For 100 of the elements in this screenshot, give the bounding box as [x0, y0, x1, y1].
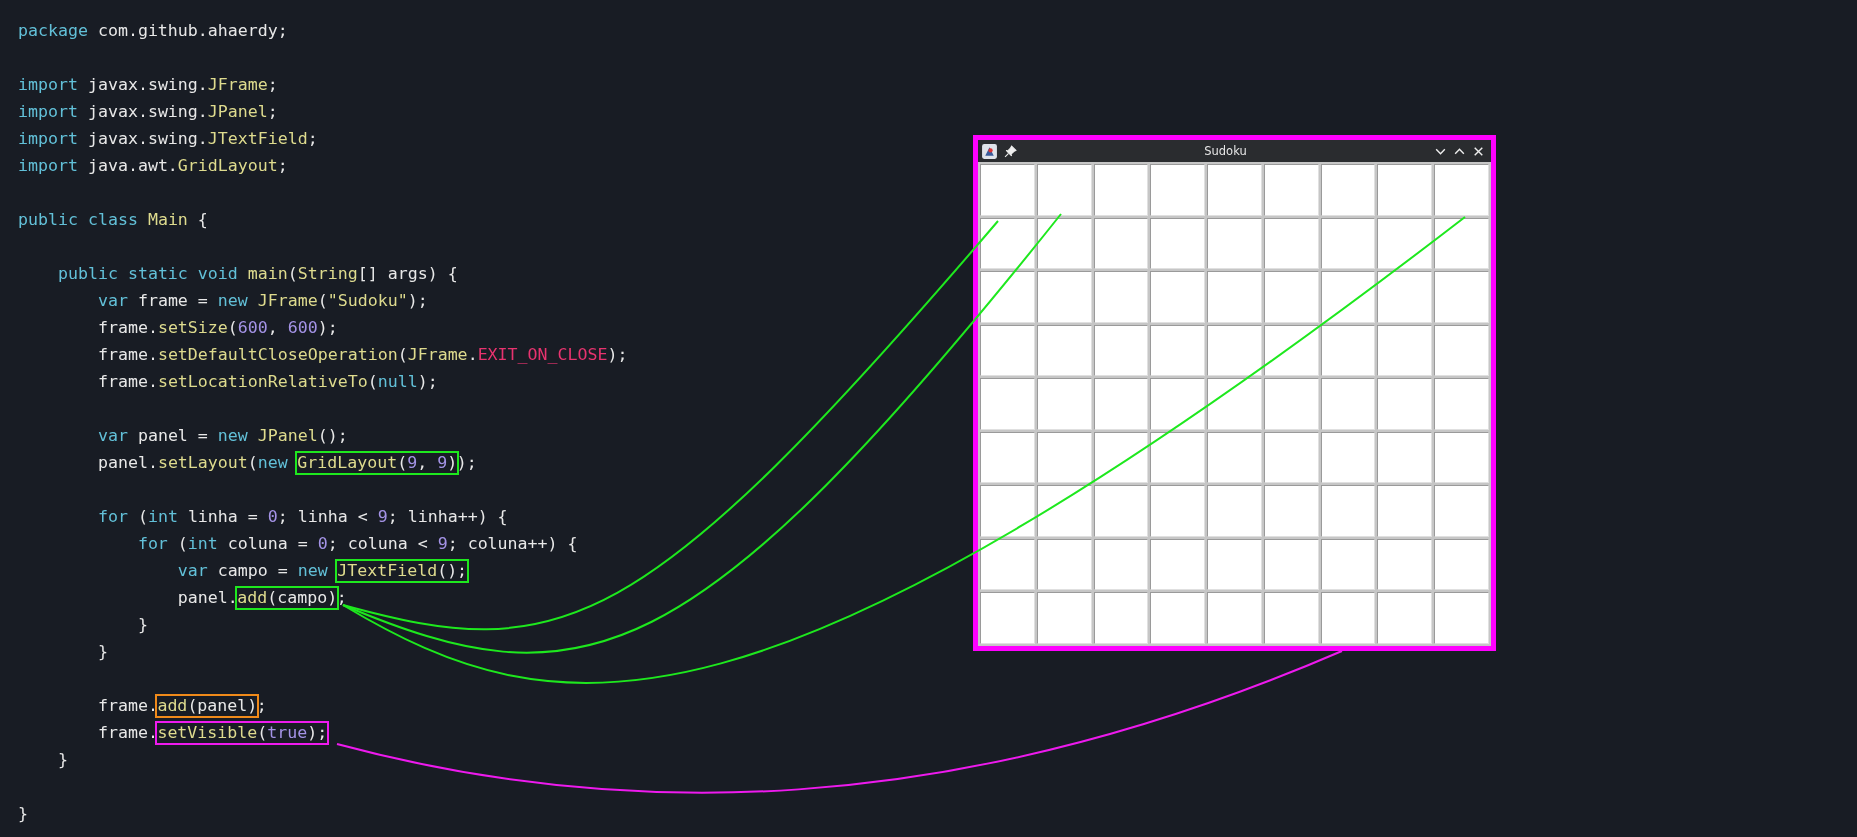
text-field[interactable]	[980, 164, 1035, 216]
code-text: }	[97, 642, 108, 661]
code-text: frame.	[97, 696, 158, 715]
text-field[interactable]	[1150, 324, 1206, 377]
text-field[interactable]	[1093, 324, 1149, 377]
text-field[interactable]	[980, 271, 1035, 323]
text-field[interactable]	[1207, 431, 1262, 484]
text-field[interactable]	[1434, 217, 1489, 270]
text-field[interactable]	[1377, 164, 1433, 216]
text-field[interactable]	[1320, 538, 1376, 591]
text-field[interactable]	[1150, 378, 1206, 430]
text-field[interactable]	[980, 378, 1035, 430]
text-field[interactable]	[1320, 431, 1376, 484]
text-field[interactable]	[1263, 538, 1319, 591]
highlight-box: setVisible(true);	[155, 721, 330, 745]
text-field[interactable]	[1207, 378, 1262, 430]
text-field[interactable]	[1320, 271, 1376, 323]
text-field[interactable]	[1207, 538, 1262, 591]
code-text: import java.awt.GridLayout;	[18, 156, 288, 175]
text-field[interactable]	[1320, 485, 1376, 537]
text-field[interactable]	[980, 592, 1035, 644]
text-field[interactable]	[980, 324, 1035, 377]
text-field[interactable]	[1377, 538, 1433, 591]
text-field[interactable]	[1036, 431, 1092, 484]
text-field[interactable]	[1207, 485, 1262, 537]
text-field[interactable]	[1434, 324, 1489, 377]
text-field[interactable]	[980, 217, 1035, 270]
close-icon[interactable]	[1472, 144, 1485, 158]
text-field[interactable]	[1150, 217, 1206, 270]
text-field[interactable]	[1093, 538, 1149, 591]
code-text: frame.setSize(600, 600);	[97, 318, 338, 337]
text-field[interactable]	[1036, 164, 1092, 216]
code-text: frame.setLocationRelativeTo(null);	[97, 372, 438, 391]
text-field[interactable]	[1150, 538, 1206, 591]
text-field[interactable]	[1093, 164, 1149, 216]
text-field[interactable]	[1377, 271, 1433, 323]
text-field[interactable]	[980, 485, 1035, 537]
text-field[interactable]	[1093, 378, 1149, 430]
text-field[interactable]	[1036, 271, 1092, 323]
code-text: import javax.swing.JFrame;	[18, 75, 278, 94]
highlight-box: add(panel)	[155, 694, 260, 718]
text-field[interactable]	[1263, 378, 1319, 430]
text-field[interactable]	[1377, 485, 1433, 537]
text-field[interactable]	[1320, 378, 1376, 430]
text-field[interactable]	[1434, 378, 1489, 430]
text-field[interactable]	[1150, 271, 1206, 323]
code-text: import javax.swing.JPanel;	[18, 102, 278, 121]
text-field[interactable]	[1036, 217, 1092, 270]
text-field[interactable]	[1434, 271, 1489, 323]
text-field[interactable]	[1377, 217, 1433, 270]
text-field[interactable]	[1377, 378, 1433, 430]
text-field[interactable]	[980, 538, 1035, 591]
text-field[interactable]	[1036, 324, 1092, 377]
text-field[interactable]	[1150, 592, 1206, 644]
highlight-box: add(campo)	[235, 586, 340, 610]
text-field[interactable]	[1434, 431, 1489, 484]
text-field[interactable]	[1434, 164, 1489, 216]
text-field[interactable]	[1320, 217, 1376, 270]
text-field[interactable]	[1207, 217, 1262, 270]
text-field[interactable]	[1207, 324, 1262, 377]
text-field[interactable]	[1036, 538, 1092, 591]
text-field[interactable]	[1150, 164, 1206, 216]
text-field[interactable]	[1036, 378, 1092, 430]
text-field[interactable]	[1434, 538, 1489, 591]
code-text: panel.setLayout(new	[97, 453, 289, 472]
text-field[interactable]	[1093, 217, 1149, 270]
highlight-box: GridLayout(9, 9)	[295, 451, 460, 475]
app-icon	[981, 142, 998, 160]
text-field[interactable]	[1093, 271, 1149, 323]
text-field[interactable]	[1207, 271, 1262, 323]
text-field[interactable]	[1036, 485, 1092, 537]
text-field[interactable]	[1150, 485, 1206, 537]
text-field[interactable]	[1263, 324, 1319, 377]
text-field[interactable]	[1320, 324, 1376, 377]
text-field[interactable]	[1093, 431, 1149, 484]
text-field[interactable]	[1263, 485, 1319, 537]
text-field[interactable]	[1320, 164, 1376, 216]
text-field[interactable]	[1036, 592, 1092, 644]
text-field[interactable]	[1377, 592, 1433, 644]
code-text: for (int linha = 0; linha < 9; linha++) {	[97, 507, 508, 526]
text-field[interactable]	[1377, 431, 1433, 484]
text-field[interactable]	[1093, 485, 1149, 537]
text-field[interactable]	[1320, 592, 1376, 644]
pin-icon[interactable]	[1004, 144, 1017, 158]
code-text: frame.	[97, 723, 158, 742]
text-field[interactable]	[1207, 164, 1262, 216]
text-field[interactable]	[1263, 217, 1319, 270]
text-field[interactable]	[1093, 592, 1149, 644]
text-field[interactable]	[1150, 431, 1206, 484]
text-field[interactable]	[1263, 592, 1319, 644]
code-text: import javax.swing.JTextField;	[18, 129, 318, 148]
text-field[interactable]	[1263, 271, 1319, 323]
text-field[interactable]	[1263, 164, 1319, 216]
text-field[interactable]	[1434, 592, 1489, 644]
code-text: frame.setDefaultCloseOperation(JFrame.EXIT_ON_CLOSE);	[97, 345, 628, 364]
text-field[interactable]	[1263, 431, 1319, 484]
text-field[interactable]	[1207, 592, 1262, 644]
text-field[interactable]	[1434, 485, 1489, 537]
text-field[interactable]	[980, 431, 1035, 484]
text-field[interactable]	[1377, 324, 1433, 377]
